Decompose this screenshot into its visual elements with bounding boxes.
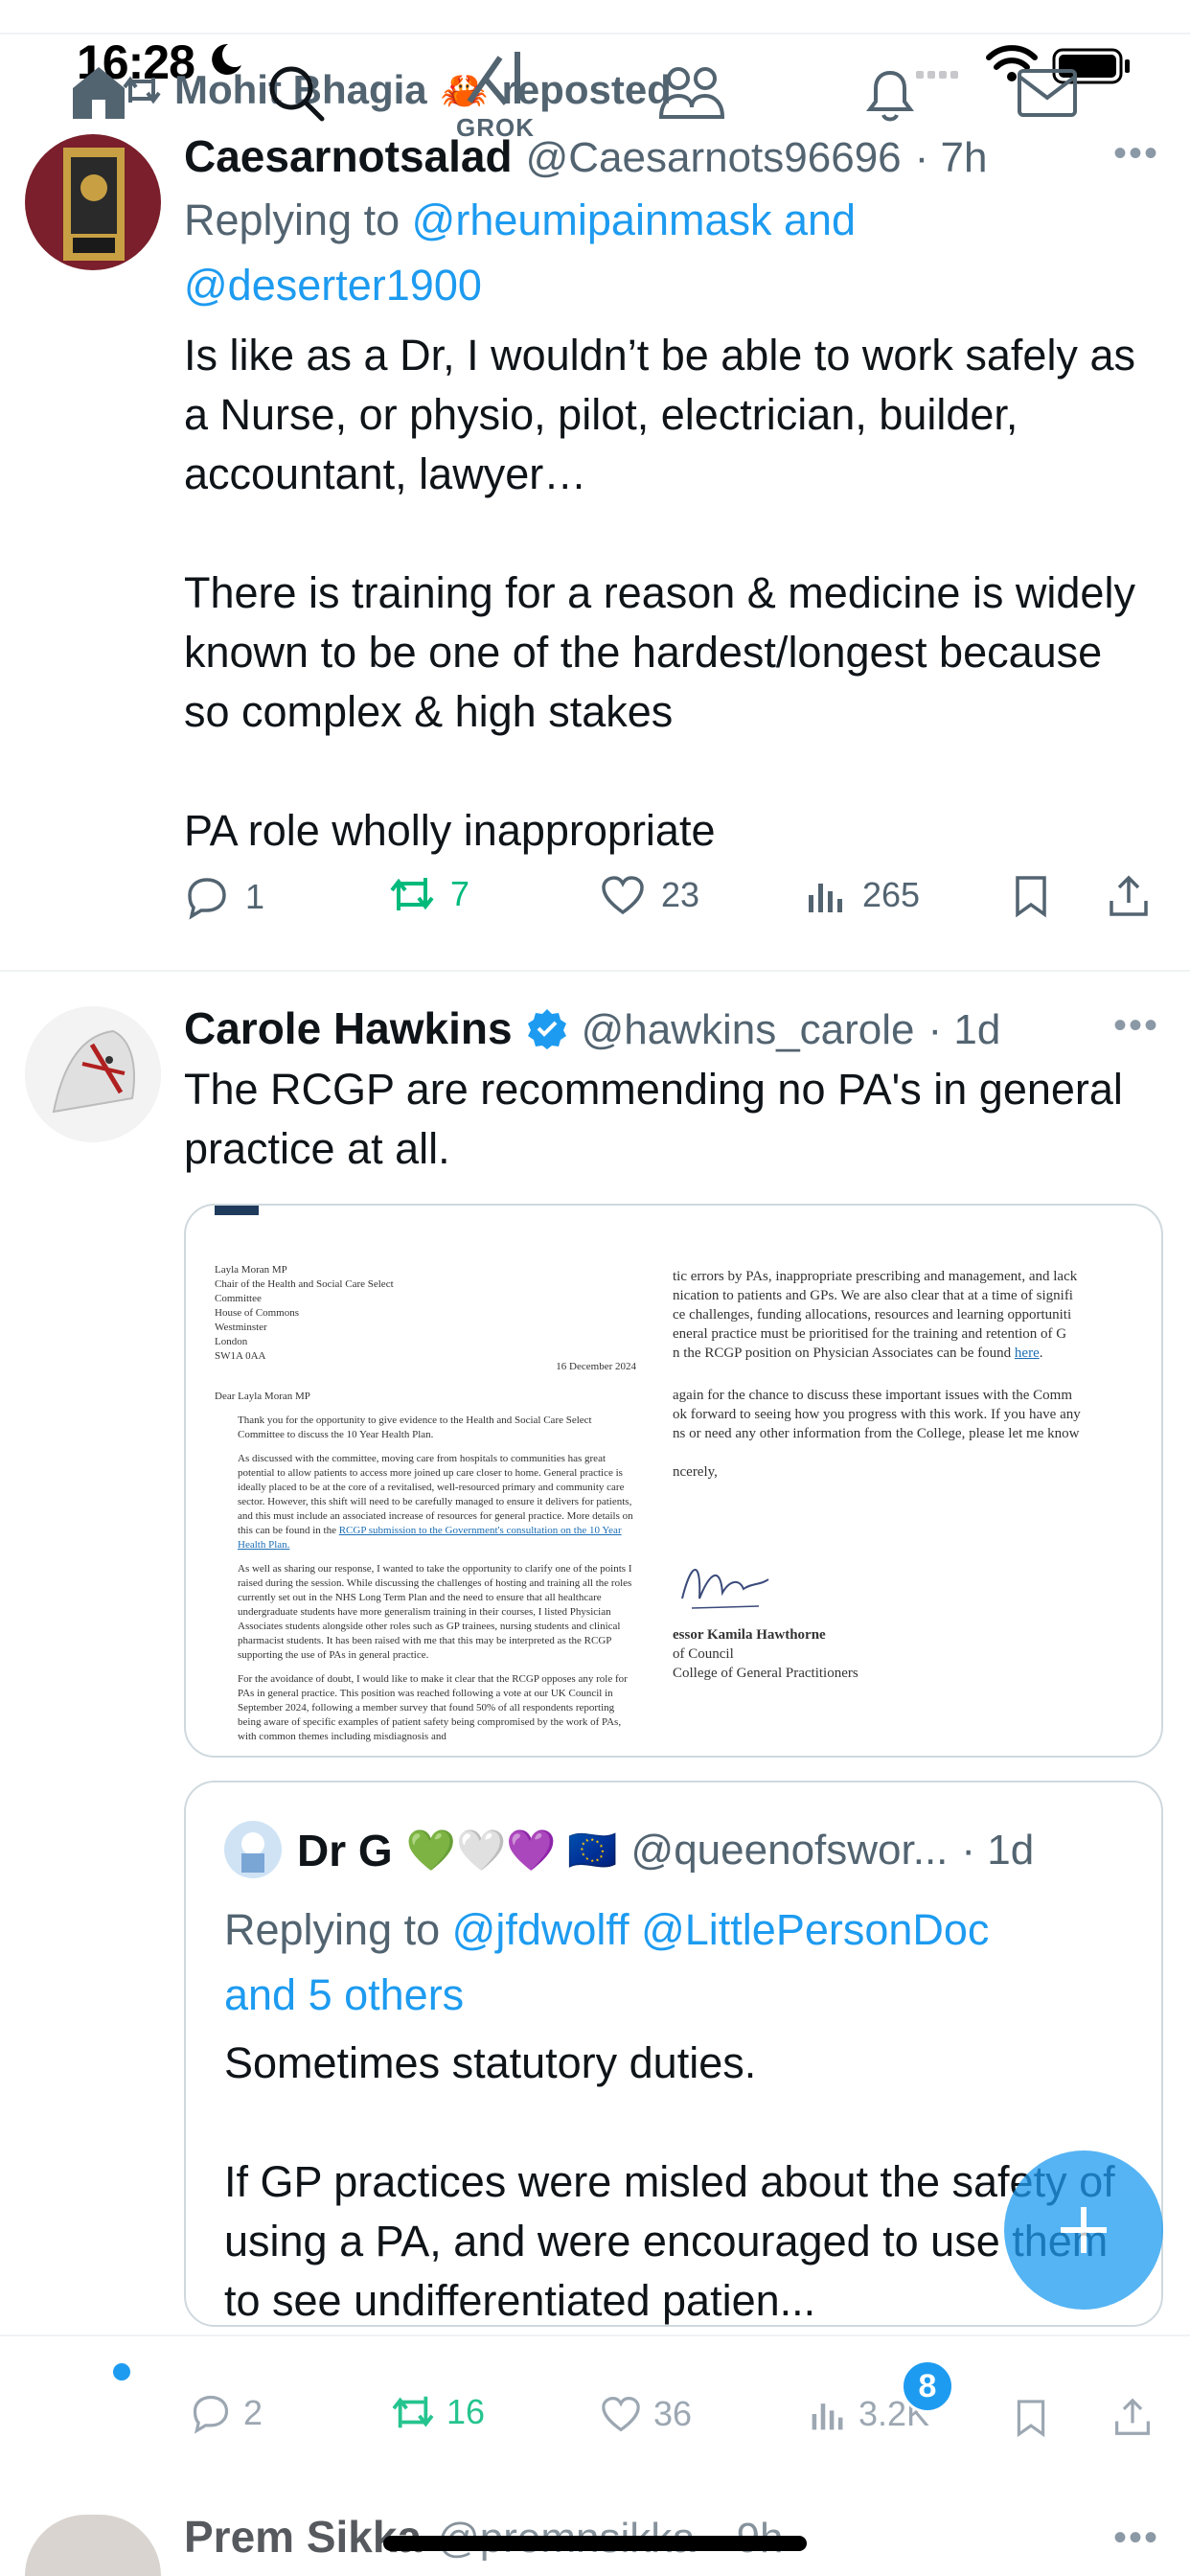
tweet-header: Carole Hawkins @hawkins_carole · 1d [184, 1002, 1000, 1054]
letter-paragraph: As well as sharing our response, I wante… [238, 1563, 632, 1661]
views-button[interactable]: 265 [805, 874, 920, 916]
tab-notifications[interactable] [860, 25, 920, 126]
communities-icon [658, 67, 725, 119]
timestamp: · 1d [961, 1827, 1035, 1874]
share-icon [1115, 2398, 1150, 2435]
letter-salutation: Dear Layla Moran MP [215, 1391, 310, 1402]
share-button[interactable] [1108, 874, 1150, 918]
like-count: 36 [653, 2394, 693, 2433]
letter-paragraph: As discussed with the committee, moving … [238, 1453, 633, 1551]
plus-icon [1061, 2207, 1107, 2253]
home-icon [73, 67, 125, 119]
like-button[interactable]: 23 [600, 874, 699, 916]
repost-banner[interactable]: Mohit Bhagia 🦀 reposted [123, 67, 672, 113]
letter-paragraph: Thank you for the opportunity to give ev… [238, 1414, 592, 1440]
tweet-header: Caesarnotsalad @Caesarnots96696 · 7h [184, 130, 987, 182]
replying-to: Replying to @jfdwolff @LittlePersonDoc a… [224, 1898, 1144, 2028]
quoted-tweet-header: Dr G 💚🤍💜 🇪🇺 @queenofswor... · 1d [297, 1825, 1034, 1876]
user-handle: @queenofswor... [630, 1827, 949, 1874]
like-count: 23 [661, 875, 700, 914]
grok-icon [467, 52, 520, 105]
name-emojis: 💚🤍💜 🇪🇺 [405, 1827, 618, 1873]
timestamp[interactable]: · 7h [915, 134, 988, 182]
letter-right-column: tic errors by PAs, inappropriate prescri… [673, 1267, 1161, 1683]
replying-to-label: Replying to [224, 1905, 441, 1954]
letter-link: here [1014, 1346, 1040, 1361]
display-name: Dr G [297, 1826, 393, 1875]
tab-messages[interactable] [1016, 25, 1079, 121]
quoted-tweet-text: Sometimes statutory duties. If GP practi… [224, 2038, 1115, 2325]
user-handle[interactable]: @hawkins_carole [582, 1006, 915, 1054]
bell-icon [866, 70, 914, 122]
letter-closing: ncerely, [673, 1464, 718, 1480]
avatar[interactable] [25, 134, 161, 270]
reply-count: 2 [243, 2393, 263, 2432]
avatar[interactable] [224, 1821, 282, 1878]
tab-search[interactable] [266, 25, 326, 123]
replying-to-label: Replying to [184, 196, 400, 244]
repost-icon [392, 2396, 434, 2428]
reply-count: 1 [245, 877, 265, 916]
replying-to: Replying to @rheumipainmask and @deserte… [184, 188, 1152, 318]
reply-icon [193, 2395, 229, 2434]
more-options-icon[interactable]: ••• [1113, 132, 1159, 175]
tweet-text: The RCGP are recommending no PA's in gen… [184, 1065, 1135, 1173]
avatar-image [224, 1821, 282, 1878]
letter-left-column: Layla Moran MP Chair of the Health and S… [215, 1263, 636, 1754]
tab-home[interactable] [67, 25, 130, 125]
replying-to-link[interactable]: and 5 others [224, 1970, 464, 2019]
tweet-text: Is like as a Dr, I wouldn’t be able to w… [184, 331, 1135, 855]
tab-communities[interactable] [657, 25, 726, 123]
tweet-divider [0, 970, 1190, 972]
repost-button[interactable]: 7 [389, 874, 469, 914]
letter-address: Layla Moran MP Chair of the Health and S… [215, 1264, 394, 1362]
home-unread-dot [113, 2363, 130, 2380]
signal-icon [916, 71, 958, 79]
more-options-icon[interactable]: ••• [1113, 1004, 1159, 1047]
mail-icon [1018, 69, 1077, 117]
views-icon [812, 2404, 843, 2430]
signature [681, 1569, 769, 1609]
avatar-image [25, 1006, 161, 1142]
heart-icon [602, 2397, 640, 2432]
repost-count: 7 [450, 874, 470, 913]
repost-icon [390, 878, 434, 910]
verified-badge-icon [527, 1009, 566, 1049]
bookmark-button[interactable] [1014, 2398, 1048, 2447]
search-icon [269, 66, 325, 122]
tweet-image[interactable]: Layla Moran MP Chair of the Health and S… [184, 1204, 1163, 1758]
bookmark-icon [1016, 876, 1046, 918]
replying-to-link[interactable]: @rheumipainmask and [412, 196, 856, 244]
reply-icon [188, 878, 226, 920]
replying-to-link[interactable]: @deserter1900 [184, 261, 482, 310]
view-count: 265 [862, 875, 921, 914]
compose-button[interactable] [1004, 2150, 1163, 2310]
letter-paragraph: For the avoidance of doubt, I would like… [238, 1673, 628, 1742]
reply-button[interactable]: 1 [184, 874, 264, 920]
repost-button[interactable]: 16 [391, 2392, 485, 2432]
letter-date: 16 December 2024 [556, 1361, 636, 1372]
avatar-image [25, 134, 161, 270]
share-button[interactable] [1113, 2396, 1152, 2447]
grok-label: GROK [456, 113, 535, 142]
user-handle[interactable]: @Caesarnots96696 [526, 134, 902, 182]
like-button[interactable]: 36 [600, 2394, 692, 2434]
avatar[interactable] [25, 1006, 161, 1142]
letterhead-mark [215, 1206, 259, 1215]
notifications-badge: 8 [901, 2359, 954, 2413]
tweet-actions: 1 7 23 265 [184, 874, 1152, 941]
share-icon [1110, 875, 1148, 916]
heart-icon [602, 876, 644, 915]
home-indicator[interactable] [383, 2536, 807, 2551]
tab-grok[interactable]: GROK [456, 25, 535, 143]
reply-button[interactable]: 2 [190, 2392, 263, 2434]
timestamp[interactable]: · 1d [928, 1006, 1001, 1054]
repost-count: 16 [446, 2392, 486, 2431]
more-options-icon[interactable]: ••• [1113, 2517, 1159, 2560]
bookmark-button[interactable] [1012, 874, 1050, 918]
bookmark-icon [1017, 2400, 1045, 2438]
views-icon [809, 884, 842, 912]
replying-to-link[interactable]: @jfdwolff @LittlePersonDoc [452, 1905, 990, 1954]
display-name[interactable]: Carole Hawkins [184, 1002, 513, 1054]
